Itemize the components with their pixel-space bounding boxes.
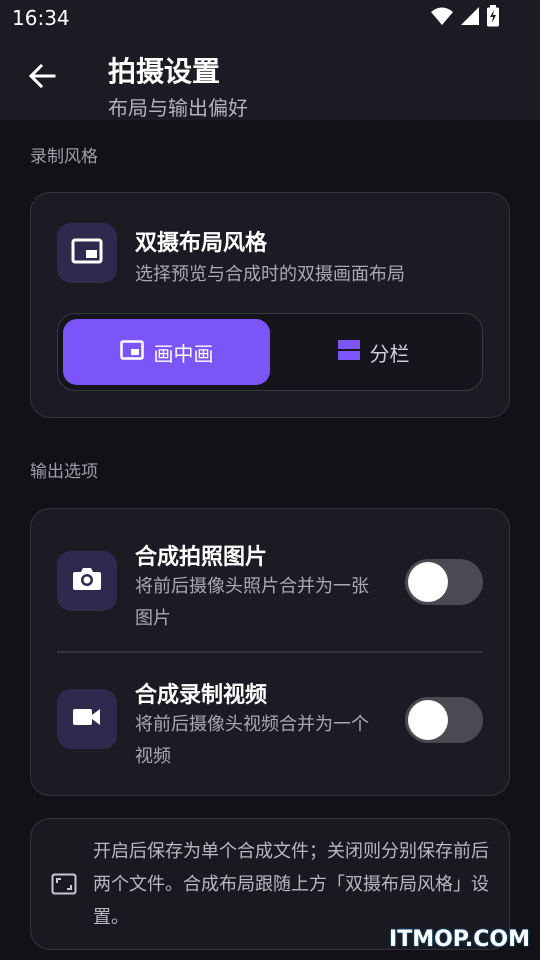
merge-photo-title: 合成拍照图片: [135, 545, 268, 570]
option-picture-in-picture-label: 画中画: [153, 341, 214, 366]
option-split-view[interactable]: 分栏: [270, 319, 477, 385]
merge-video-title: 合成录制视频: [135, 683, 268, 708]
page-subtitle: 布局与输出偏好: [108, 96, 248, 120]
battery-icon: [486, 5, 500, 31]
status-icons: [430, 5, 500, 31]
wifi-icon: [430, 6, 454, 30]
merge-video-toggle[interactable]: [405, 697, 483, 743]
merge-video-description: 将前后摄像头视频合并为一个视频: [135, 714, 369, 767]
option-picture-in-picture[interactable]: 画中画: [63, 319, 270, 385]
status-time: 16:34: [12, 6, 70, 30]
camera-icon: [72, 566, 102, 596]
split-view-icon: [337, 339, 360, 366]
merge-photo-description: 将前后摄像头照片合并为一张图片: [135, 576, 369, 629]
page-title: 拍摄设置: [108, 55, 221, 88]
merge-photo-toggle-knob: [408, 562, 448, 602]
row-divider: [57, 651, 483, 653]
info-text: 开启后保存为单个合成文件；关闭则分别保存前后两个文件。合成布局跟随上方「双摄布局…: [93, 841, 489, 928]
section-label-recording-style: 录制风格: [30, 147, 98, 167]
layout-style-segmented-control: 画中画 分栏: [57, 313, 483, 391]
arrow-left-icon: [28, 62, 56, 94]
back-button[interactable]: [22, 58, 62, 98]
merge-video-toggle-knob: [408, 700, 448, 740]
video-camera-icon: [73, 707, 101, 731]
layout-style-title: 双摄布局风格: [135, 231, 268, 256]
picture-in-picture-icon: [71, 238, 103, 268]
option-split-view-label: 分栏: [369, 341, 410, 366]
section-label-output-options: 输出选项: [30, 462, 98, 482]
layout-style-card: 双摄布局风格 选择预览与合成时的双摄画面布局 画中画 分栏: [30, 192, 510, 418]
video-camera-icon-tile: [57, 689, 117, 749]
output-options-card: 合成拍照图片 将前后摄像头照片合并为一张图片 合成录制视频 将前后摄像头视频合并…: [30, 508, 510, 796]
camera-icon-tile: [57, 551, 117, 611]
signal-icon: [460, 6, 480, 30]
layout-style-description: 选择预览与合成时的双摄画面布局: [135, 264, 405, 285]
picture-in-picture-icon: [119, 339, 144, 365]
watermark: ITMOP.COM: [389, 927, 530, 952]
app-bar: 拍摄设置 布局与输出偏好: [0, 36, 540, 120]
aspect-ratio-icon: [51, 873, 77, 899]
merge-photo-toggle[interactable]: [405, 559, 483, 605]
layout-style-icon-tile: [57, 223, 117, 283]
status-bar: 16:34: [0, 0, 540, 36]
